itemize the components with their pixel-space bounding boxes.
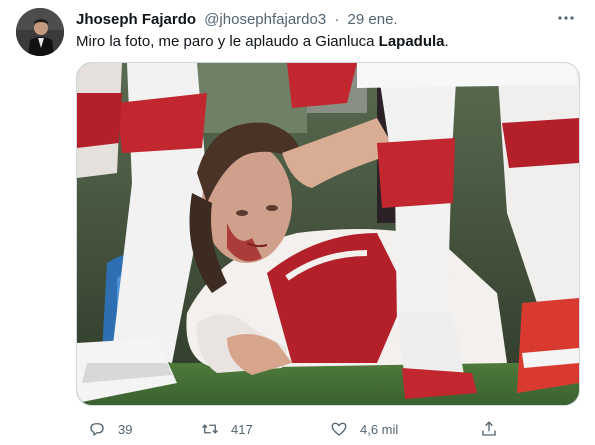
tweet-header: Jhoseph Fajardo @jhosephfajardo3 · 29 en… [76,11,398,29]
reply-icon [90,423,104,436]
share-icon [482,421,496,436]
retweet-button[interactable]: 417 [201,418,253,440]
tweet-actions: 39 417 4,6 mil [76,418,496,440]
reply-button[interactable]: 39 [88,418,132,440]
tweet-text: Miro la foto, me paro y le aplaudo a Gia… [76,32,449,52]
share-button[interactable] [480,418,498,440]
like-button[interactable]: 4,6 mil [330,418,398,440]
tweet-timestamp[interactable]: 29 ene. [348,11,398,28]
separator-dot: · [334,11,340,28]
more-icon[interactable] [553,8,579,28]
reply-count: 39 [118,421,133,437]
author-handle[interactable]: @jhosephfajardo3 [204,11,326,28]
tweet-card[interactable]: Jhoseph Fajardo @jhosephfajardo3 · 29 en… [0,0,595,445]
like-icon [331,422,347,436]
tweet-text-end: . [444,33,449,50]
retweet-icon [202,424,218,434]
user-avatar[interactable] [16,8,64,56]
author-name[interactable]: Jhoseph Fajardo [76,11,196,28]
retweet-count: 417 [231,421,253,437]
tweet-text-bold: Lapadula [378,33,445,50]
tweet-text-plain: Miro la foto, me paro y le aplaudo a Gia… [76,33,379,50]
tweet-photo[interactable] [76,62,580,406]
like-count: 4,6 mil [360,421,399,437]
